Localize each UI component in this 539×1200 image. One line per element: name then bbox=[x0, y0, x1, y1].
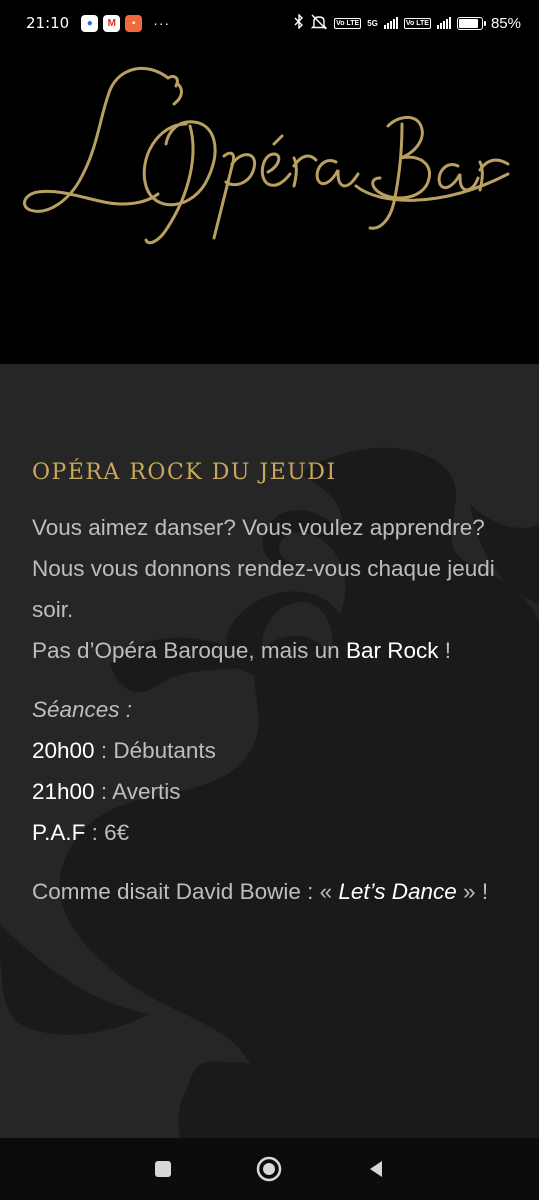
system-nav-bar bbox=[0, 1138, 539, 1200]
intro-line-2: Nous vous donnons rendez-vous chaque jeu… bbox=[32, 556, 495, 622]
recents-button[interactable] bbox=[143, 1149, 183, 1189]
bar-rock-highlight: Bar Rock bbox=[345, 638, 439, 663]
system-icons: Vo LTE 5G Vo LTE 85% bbox=[294, 13, 521, 33]
quote-title: Let’s Dance bbox=[338, 879, 457, 904]
network-type: 5G bbox=[367, 18, 378, 28]
price-label: P.A.F bbox=[32, 820, 86, 845]
gmail-icon: M bbox=[103, 14, 121, 32]
site-header bbox=[0, 46, 539, 364]
intro-line-3-prefix: Pas d’Opéra Baroque, mais un bbox=[32, 638, 346, 663]
mute-icon bbox=[310, 14, 328, 33]
screen: 21:10 ● M ▪ ··· Vo LTE 5G Vo LTE 85% OPÉ… bbox=[0, 0, 539, 1200]
session-time: 21h00 bbox=[32, 779, 95, 804]
bluetooth-icon bbox=[294, 13, 304, 32]
battery-fill bbox=[458, 18, 478, 28]
more-notifications-icon: ··· bbox=[153, 15, 171, 31]
battery-percent: 85% bbox=[490, 14, 521, 32]
notification-icons: ● M ▪ ··· bbox=[81, 14, 171, 32]
session-time: 20h00 bbox=[32, 738, 95, 763]
session-desc: : Avertis bbox=[94, 779, 181, 804]
home-icon bbox=[257, 1156, 282, 1182]
back-button[interactable] bbox=[356, 1149, 396, 1189]
battery-icon bbox=[456, 16, 486, 30]
event-article: OPÉRA ROCK DU JEUDI Vous aimez danser? V… bbox=[0, 364, 539, 912]
intro-line-1: Vous aimez danser? Vous voulez apprendre… bbox=[32, 515, 485, 540]
volte-icon: Vo LTE bbox=[334, 17, 362, 29]
volte-icon-2: Vo LTE bbox=[403, 17, 431, 29]
signal-icon bbox=[383, 17, 398, 29]
shopping-icon: ▪ bbox=[125, 14, 143, 32]
main-content: OPÉRA ROCK DU JEUDI Vous aimez danser? V… bbox=[0, 364, 539, 1138]
intro-text: Vous aimez danser? Vous voulez apprendre… bbox=[32, 507, 509, 671]
signal-icon-2 bbox=[436, 17, 451, 29]
bowie-quote: Comme disait David Bowie : « Let’s Dance… bbox=[32, 871, 509, 912]
session-desc: : Débutants bbox=[94, 738, 216, 763]
back-icon bbox=[369, 1161, 382, 1177]
home-button[interactable] bbox=[249, 1149, 289, 1189]
sessions-list: Séances : 20h00 : Débutants 21h00 : Aver… bbox=[32, 689, 509, 853]
quote-suffix: » ! bbox=[456, 879, 489, 904]
status-time: 21:10 bbox=[26, 14, 70, 32]
site-logo[interactable] bbox=[18, 54, 518, 254]
recents-icon bbox=[155, 1161, 172, 1177]
sessions-label: Séances : bbox=[32, 697, 133, 722]
intro-line-3-suffix: ! bbox=[438, 638, 451, 663]
price-value: : 6€ bbox=[85, 820, 130, 845]
event-title: OPÉRA ROCK DU JEUDI bbox=[32, 460, 337, 485]
messenger-icon: ● bbox=[81, 14, 99, 32]
status-bar: 21:10 ● M ▪ ··· Vo LTE 5G Vo LTE 85% bbox=[0, 0, 539, 46]
quote-prefix: Comme disait David Bowie : « bbox=[32, 879, 339, 904]
